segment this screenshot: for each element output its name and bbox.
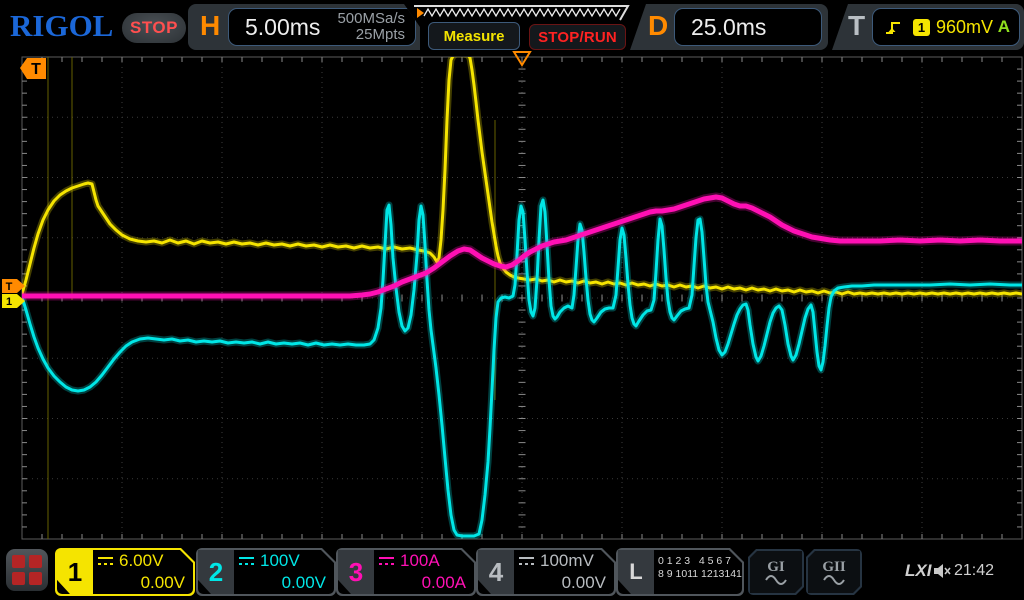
channel3-offset: 0.00A [422,573,466,593]
dc-coupling-icon [378,555,395,567]
dc-coupling-icon [97,555,114,567]
waveform-display[interactable]: T T 1 [0,0,1024,600]
generator1-label: GI [767,560,785,574]
channel2-number: 2 [198,550,234,594]
menu-button[interactable] [6,549,48,591]
clock: 21:42 [954,562,994,580]
dc-coupling-icon [518,555,535,567]
lxi-indicator: LXI [905,561,931,581]
channel1-box[interactable]: 1 6.00V 0.00V [55,548,195,596]
channel1-offset: 0.00V [141,573,185,593]
channel4-box[interactable]: 4 100mV 0.00V [476,548,616,596]
channel1-number: 1 [57,550,93,594]
channel4-number: 4 [478,550,514,594]
channel4-offset: 0.00V [562,573,606,593]
dc-coupling-icon [238,555,255,567]
channel4-scale: 100mV [540,551,594,571]
logic-label: L [618,550,654,594]
trigger-offscreen-marker[interactable]: T [20,58,46,79]
svg-text:T: T [31,61,41,78]
channel2-box[interactable]: 2 100V 0.00V [196,548,336,596]
logic-row-0-7: 0 1 2 3 4 5 6 7 [658,555,736,568]
oscilloscope-screen: RIGOL STOP H 5.00ms 500MSa/s 25Mpts Meas… [0,0,1024,600]
logic-row-8-15: 8 9 1011 12131415 [658,568,736,581]
generator2-box[interactable]: GII [806,549,862,595]
channel2-scale: 100V [260,551,300,571]
generator2-label: GII [822,560,845,574]
generator1-box[interactable]: GI [748,549,804,595]
sine-wave-icon [822,574,846,585]
menu-icon [12,555,25,568]
speaker-muted-icon [932,563,952,579]
svg-text:1: 1 [6,296,12,308]
logic-channels-box[interactable]: L 0 1 2 3 4 5 6 7 8 9 1011 12131415 [616,548,744,596]
channel1-scale: 6.00V [119,551,163,571]
svg-text:T: T [6,281,13,293]
channel3-scale: 100A [400,551,440,571]
sine-wave-icon [764,574,788,585]
channel3-number: 3 [338,550,374,594]
channel3-box[interactable]: 3 100A 0.00A [336,548,476,596]
channel2-offset: 0.00V [282,573,326,593]
